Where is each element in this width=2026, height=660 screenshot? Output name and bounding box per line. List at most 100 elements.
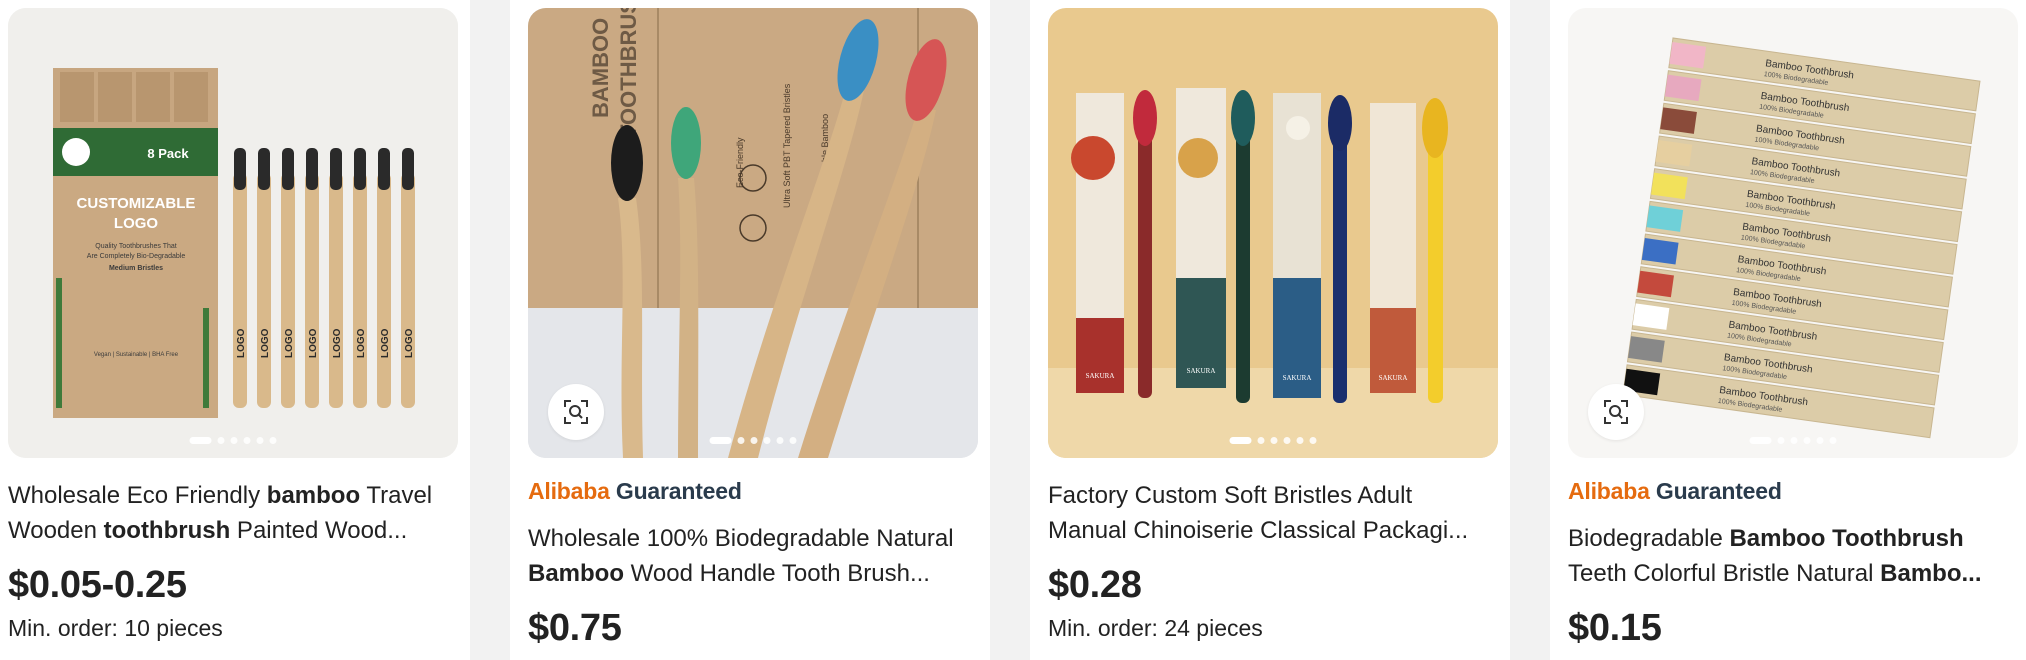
title-text: Manual Chinoiserie Classical Packagi... — [1048, 517, 1469, 544]
carousel-dot[interactable] — [737, 437, 745, 444]
carousel-dot[interactable] — [1229, 437, 1252, 444]
box-text: BAMBOO — [588, 18, 613, 118]
bristle-color-swatch — [1655, 139, 1693, 167]
toothbrush-bristles — [234, 148, 246, 190]
product-card[interactable]: Bamboo Toothbrush 100% Biodegradable Bambo… — [1568, 0, 2018, 660]
toothbrush-handle — [353, 173, 367, 408]
title-keyword: Bamboo Toothbrush — [1729, 525, 1964, 552]
product-grid: 8 Pack CUSTOMIZABLE LOGO Quality Toothbr… — [0, 0, 2026, 660]
product-title[interactable]: Biodegradable Bamboo Toothbrush Teeth Co… — [1568, 521, 2018, 591]
toothbrush-handle — [329, 173, 343, 408]
product-card[interactable]: SAKURA SAKURA SAKURA SAKURA Factory Cust… — [1048, 0, 1498, 660]
product-title-line: Wooden toothbrush Painted Wood... — [8, 513, 458, 548]
product-price: $0.15 — [1568, 607, 1662, 649]
image-carousel-indicator[interactable] — [709, 437, 797, 444]
toothbrush-handle — [281, 173, 295, 408]
box-headline: CUSTOMIZABLE — [77, 195, 196, 212]
carousel-dot[interactable] — [1829, 437, 1837, 444]
product-card[interactable]: 8 Pack CUSTOMIZABLE LOGO Quality Toothbr… — [8, 0, 458, 660]
carousel-dot[interactable] — [763, 437, 771, 444]
title-text: Teeth Colorful Bristle Natural — [1568, 560, 1881, 587]
box-brand: SAKURA — [1086, 372, 1115, 380]
box-subline: Are Completely Bio-Degradable — [87, 253, 186, 260]
image-carousel-indicator[interactable] — [189, 437, 277, 444]
handle-logo-text: LOGO — [308, 328, 319, 358]
product-image[interactable]: 8 Pack CUSTOMIZABLE LOGO Quality Toothbr… — [8, 8, 458, 458]
title-keyword: Bamboo — [528, 560, 624, 587]
carousel-dot[interactable] — [789, 437, 797, 444]
product-title[interactable]: Wholesale Eco Friendly bamboo Travel Woo… — [8, 478, 458, 548]
min-order: Min. order: 24 pieces — [1048, 615, 1263, 641]
title-text: Wholesale Eco Friendly — [8, 482, 267, 509]
title-text: Wood Handle Tooth Brush... — [624, 560, 930, 587]
image-carousel-indicator[interactable] — [1749, 437, 1837, 444]
carousel-dot[interactable] — [1790, 437, 1798, 444]
bristle-color-swatch — [1641, 238, 1679, 265]
image-search-button[interactable] — [548, 384, 604, 440]
title-keyword: toothbrush — [103, 517, 231, 544]
box-text: TOOTHBRUSH — [616, 8, 641, 138]
carousel-dot[interactable] — [243, 437, 251, 444]
product-title[interactable]: Factory Custom Soft Bristles Adult Manua… — [1048, 478, 1498, 548]
image-search-button[interactable] — [1588, 384, 1644, 440]
bristle-color-swatch — [1664, 74, 1702, 102]
image-carousel-indicator[interactable] — [1229, 437, 1317, 444]
product-photo: BAMBOO TOOTHBRUSH Eco-Friendly Ultra Sof… — [528, 8, 978, 458]
carousel-dot[interactable] — [1283, 437, 1291, 444]
handle-logo-text: LOGO — [404, 328, 415, 358]
carousel-dot[interactable] — [750, 437, 758, 444]
toothbrush-bristles — [306, 148, 318, 190]
carousel-dot[interactable] — [230, 437, 238, 444]
title-text: Painted Wood... — [230, 517, 408, 544]
product-info: Alibaba Guaranteed Wholesale 100% Biodeg… — [528, 478, 978, 650]
carousel-dot[interactable] — [217, 437, 225, 444]
toothbrush-handle — [233, 173, 247, 408]
handle-logo-text: LOGO — [284, 328, 295, 358]
carousel-dot[interactable] — [1816, 437, 1824, 444]
product-title[interactable]: Wholesale 100% Biodegradable Natural Bam… — [528, 521, 978, 591]
box-brand: SAKURA — [1187, 367, 1216, 375]
product-info: Wholesale Eco Friendly bamboo Travel Woo… — [8, 478, 458, 642]
guaranteed-word: Guaranteed — [615, 478, 742, 504]
handle-logo-text: LOGO — [260, 328, 271, 358]
box-subline: Quality Toothbrushes That — [95, 243, 177, 250]
carousel-dot[interactable] — [1309, 437, 1317, 444]
product-title-line: Wholesale Eco Friendly bamboo Travel — [8, 482, 432, 509]
carousel-dot[interactable] — [1777, 437, 1785, 444]
guaranteed-badge[interactable]: Alibaba Guaranteed — [1568, 478, 2018, 505]
image-search-icon — [1604, 400, 1628, 424]
title-text: Factory Custom Soft Bristles Adult — [1048, 482, 1413, 509]
product-info: Factory Custom Soft Bristles Adult Manua… — [1048, 478, 1498, 642]
carousel-dot[interactable] — [269, 437, 277, 444]
grid-gutter — [470, 0, 510, 660]
box-headline: LOGO — [114, 215, 158, 232]
carousel-dot[interactable] — [1296, 437, 1304, 444]
bristle-color-swatch — [1632, 303, 1670, 330]
product-image[interactable]: Bamboo Toothbrush 100% Biodegradable Bambo… — [1568, 8, 2018, 458]
carousel-dot[interactable] — [189, 437, 212, 444]
box-label: Ultra Soft PBT Tapered Bristles — [782, 83, 792, 208]
pack-badge: 8 Pack — [147, 146, 189, 161]
carousel-dot[interactable] — [1270, 437, 1278, 444]
product-price: $0.28 — [1048, 564, 1142, 606]
guaranteed-badge[interactable]: Alibaba Guaranteed — [528, 478, 978, 505]
bristle-color-swatch — [1669, 41, 1707, 69]
product-price: $0.05-0.25 — [8, 564, 187, 606]
bristle-color-swatch — [1651, 172, 1688, 200]
product-image[interactable]: SAKURA SAKURA SAKURA SAKURA — [1048, 8, 1498, 458]
product-info: Alibaba Guaranteed Biodegradable Bamboo … — [1568, 478, 2018, 650]
carousel-dot[interactable] — [776, 437, 784, 444]
toothbrush-handle — [377, 173, 391, 408]
product-title-line: Biodegradable Bamboo Toothbrush — [1568, 525, 1964, 552]
image-search-icon — [564, 400, 588, 424]
carousel-dot[interactable] — [709, 437, 732, 444]
product-title-line: Teeth Colorful Bristle Natural Bambo... — [1568, 556, 2018, 591]
carousel-dot[interactable] — [1803, 437, 1811, 444]
carousel-dot[interactable] — [1257, 437, 1265, 444]
product-card[interactable]: BAMBOO TOOTHBRUSH Eco-Friendly Ultra Sof… — [528, 0, 978, 660]
carousel-dot[interactable] — [256, 437, 264, 444]
product-image[interactable]: BAMBOO TOOTHBRUSH Eco-Friendly Ultra Sof… — [528, 8, 978, 458]
handle-logo-text: LOGO — [380, 328, 391, 358]
carousel-dot[interactable] — [1749, 437, 1772, 444]
product-title-line: Manual Chinoiserie Classical Packagi... — [1048, 513, 1498, 548]
